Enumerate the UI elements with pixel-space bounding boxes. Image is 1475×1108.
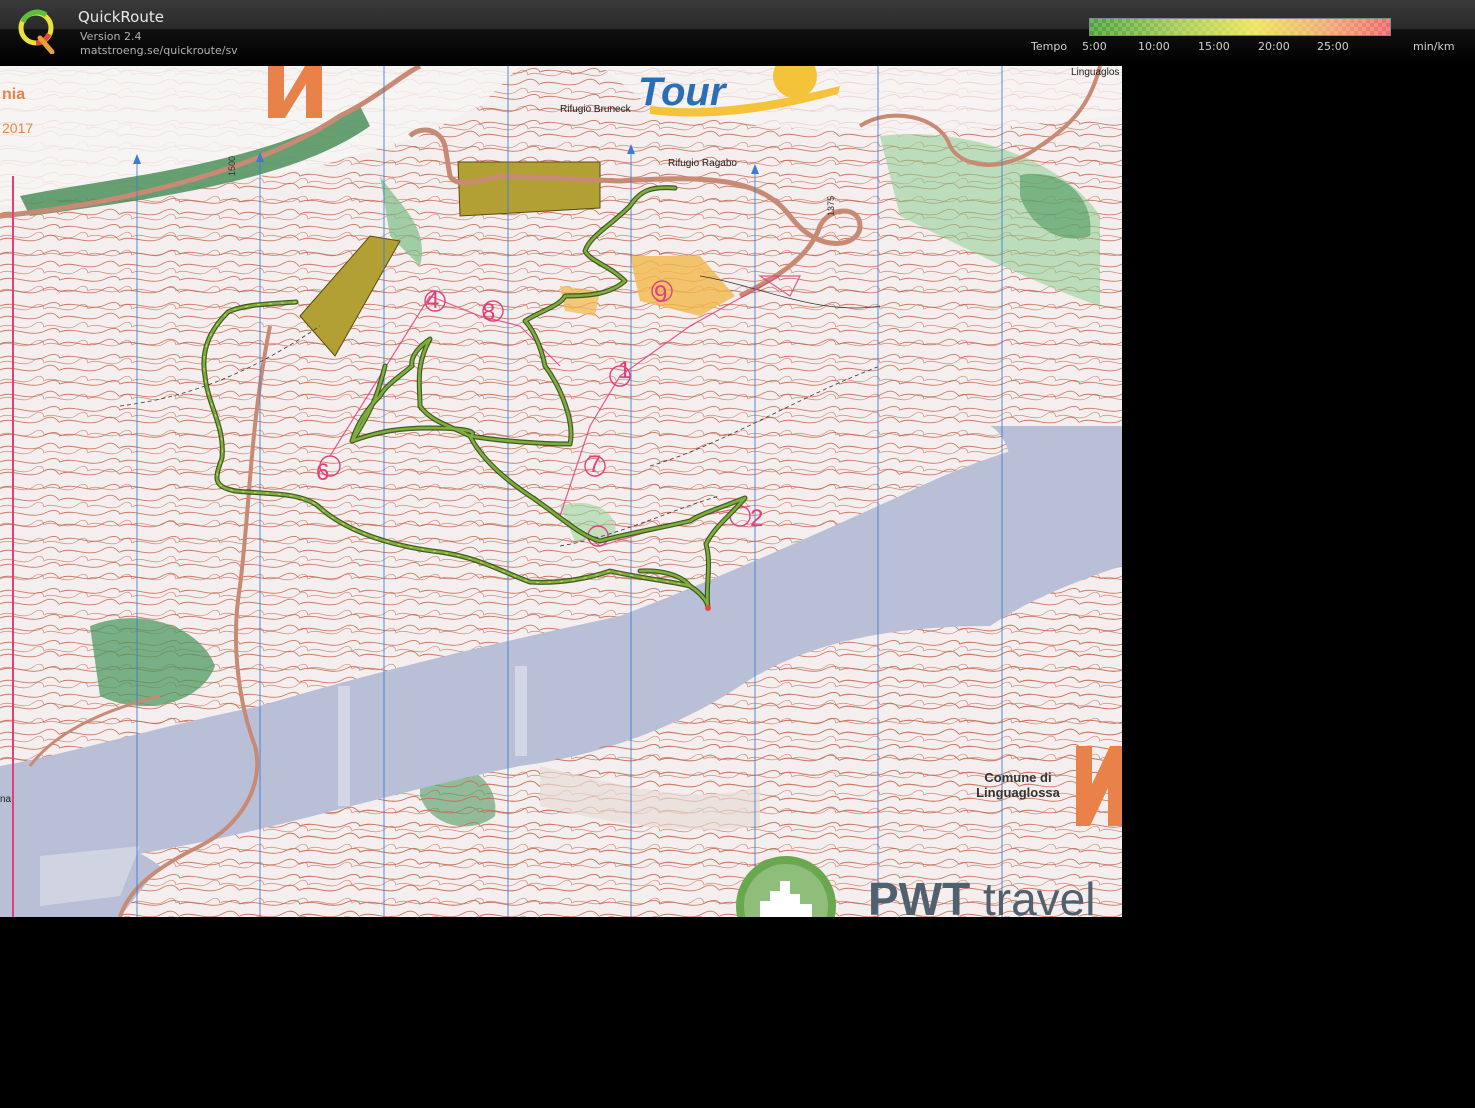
control-number: 9 — [654, 281, 667, 308]
orienteering-map[interactable]: 1 2 4 6 7 8 9 1500 1375 nia 2017 Tour Rifugio … — [0, 66, 1122, 917]
tempo-unit: min/km — [1413, 40, 1455, 53]
map-title-fragment: nia — [2, 86, 26, 103]
tempo-tick: 20:00 — [1258, 40, 1290, 53]
app-version: Version 2.4 — [80, 30, 142, 43]
control-number: 1 — [618, 357, 631, 384]
title-bar: QuickRoute Version 2.4 matstroeng.se/qui… — [0, 0, 1475, 64]
pwt-brand-bold: PWT — [868, 873, 971, 917]
pwt-travel-brand: PWT travel — [868, 872, 1095, 917]
place-label: Rifugio Ragabo — [668, 158, 737, 169]
map-year-fragment: 2017 — [2, 120, 34, 136]
quickroute-logo-icon — [18, 9, 55, 54]
app-title: QuickRoute — [78, 8, 164, 26]
place-label: Rifugio Bruneck — [560, 104, 631, 115]
control-number: 7 — [588, 451, 601, 478]
tempo-label: Tempo — [1031, 40, 1068, 53]
tour-brand-logo: Tour — [638, 70, 726, 114]
tempo-tick: 15:00 — [1198, 40, 1230, 53]
control-number: 8 — [482, 299, 495, 326]
tempo-color-scale — [1089, 18, 1391, 36]
place-label: na — [0, 794, 12, 805]
tempo-tick: 10:00 — [1138, 40, 1170, 53]
comune-line: Linguaglossa — [976, 785, 1060, 800]
contour-label: 1500 — [227, 156, 237, 176]
app-url: matstroeng.se/quickroute/sv — [80, 44, 238, 57]
pwt-brand-rest: travel — [970, 873, 1096, 917]
control-number: 6 — [316, 459, 329, 486]
contour-label: 1375 — [826, 196, 836, 216]
tempo-tick: 25:00 — [1317, 40, 1349, 53]
control-number: 2 — [750, 505, 763, 532]
comune-label: Comune di Linguaglossa — [968, 770, 1068, 800]
place-label: Linguaglos — [1071, 67, 1120, 78]
tempo-tick: 5:00 — [1082, 40, 1107, 53]
control-number: 4 — [426, 287, 439, 314]
map-canvas[interactable]: 1 2 4 6 7 8 9 1500 1375 — [0, 66, 1122, 917]
comune-line: Comune di — [984, 770, 1052, 785]
